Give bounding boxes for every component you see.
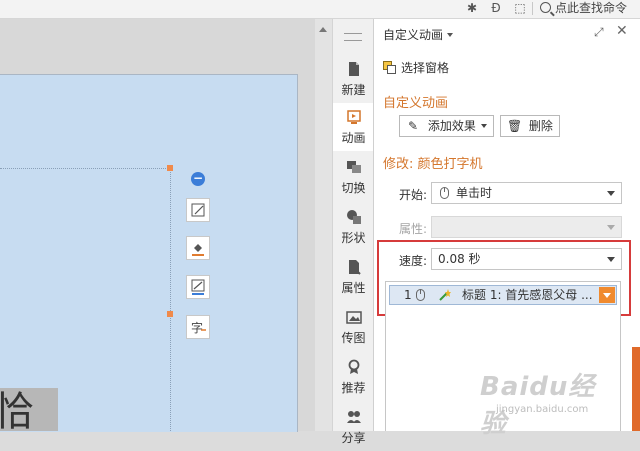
chevron-down-icon: [447, 33, 454, 37]
share-icon: [346, 411, 361, 423]
collapse-toolbar-button[interactable]: −: [191, 172, 205, 186]
recommend-icon: [348, 359, 359, 374]
start-value: 单击时: [456, 186, 493, 200]
start-label: 开始:: [399, 188, 428, 202]
skin-icon[interactable]: ✱: [465, 1, 479, 15]
delete-button[interactable]: 🗑 删除: [500, 115, 560, 137]
mouse-icon: [416, 289, 425, 301]
custom-animation-heading: 自定义动画: [383, 96, 449, 111]
baidu-watermark: Baidu经验 jingyan.baidu.com: [470, 362, 620, 439]
selection-pane-icon: [383, 61, 396, 74]
property-dropdown: [431, 216, 622, 238]
tab-new[interactable]: 新建: [333, 55, 374, 103]
task-pane-tabs: 新建 动画 切换 形状 属性 传图 推荐 分享: [332, 19, 374, 445]
top-toolbar: ✱ Ð ⬚ 点此查找命令: [0, 0, 640, 19]
add-effect-button[interactable]: ✎ 添加效果: [399, 115, 494, 137]
chevron-down-icon: [480, 124, 487, 128]
slide-canvas[interactable]: [0, 74, 298, 432]
tab-properties-label: 属性: [341, 281, 366, 295]
selection-border-right: [170, 168, 171, 431]
start-dropdown[interactable]: 单击时: [431, 182, 622, 204]
outline-icon: [191, 279, 205, 295]
close-icon[interactable]: ✕: [616, 24, 630, 38]
trash-icon: 🗑: [507, 119, 523, 133]
new-page-icon: [348, 62, 359, 76]
toolbar-divider: [532, 2, 533, 15]
slide-title-text[interactable]: 恰: [0, 388, 58, 431]
svg-text:字: 字: [191, 320, 203, 335]
tab-properties[interactable]: 属性: [333, 253, 374, 301]
properties-icon: [348, 260, 361, 275]
pencil-icon: ✎: [408, 119, 419, 133]
edit-shape-button[interactable]: [186, 198, 210, 222]
side-accent-strip: [632, 347, 640, 431]
animation-icon: [346, 110, 361, 124]
tab-new-label: 新建: [341, 83, 366, 97]
watermark-url: jingyan.baidu.com: [496, 404, 589, 415]
mouse-icon: [440, 187, 449, 199]
chevron-down-icon: [607, 257, 615, 262]
modify-effect-heading: 修改: 颜色打字机: [383, 157, 483, 172]
watermark-brand: Baidu经验: [480, 372, 596, 439]
add-effect-label: 添加效果: [427, 119, 476, 133]
resize-handle-top-right[interactable]: [167, 165, 173, 171]
scroll-up-icon[interactable]: [319, 27, 327, 32]
tab-animation[interactable]: 动画: [333, 103, 374, 151]
item-options-dropdown[interactable]: [599, 287, 615, 303]
command-search-label: 点此查找命令: [555, 1, 628, 15]
speed-value: 0.08 秒: [438, 252, 481, 266]
tab-shape-label: 形状: [341, 231, 366, 245]
resize-handle-right[interactable]: [167, 311, 173, 317]
list-item[interactable]: 1 标题 1: 首先感恩父母 ...: [389, 285, 617, 305]
undock-icon[interactable]: ⤢: [594, 25, 608, 39]
text-style-icon: 字: [191, 320, 206, 335]
panel-title[interactable]: 自定义动画: [383, 26, 454, 43]
effect-star-icon: [439, 289, 451, 301]
image-upload-icon: [345, 311, 362, 324]
list-item-index: 1: [404, 288, 412, 302]
vertical-scrollbar[interactable]: [315, 19, 332, 431]
delete-label: 删除: [528, 119, 553, 133]
tab-recommend[interactable]: 推荐: [333, 353, 374, 401]
fill-color-button[interactable]: [186, 236, 210, 260]
tab-animation-label: 动画: [341, 131, 366, 145]
tab-shape[interactable]: 形状: [333, 203, 374, 251]
command-search[interactable]: 点此查找命令: [540, 0, 627, 17]
tab-share-label: 分享: [341, 431, 366, 445]
tab-recommend-label: 推荐: [341, 381, 366, 395]
panel-title-label: 自定义动画: [383, 28, 444, 42]
line-color-button[interactable]: [186, 275, 210, 299]
paint-bucket-icon: [192, 244, 204, 256]
tab-transition[interactable]: 切换: [333, 153, 374, 201]
shape-icon: [346, 210, 361, 224]
pin-up-icon[interactable]: ⬚: [513, 1, 527, 15]
speed-label: 速度:: [399, 254, 428, 268]
property-label: 属性:: [399, 222, 428, 236]
drag-grip-icon[interactable]: [344, 33, 362, 41]
transition-icon: [346, 161, 361, 173]
tab-transition-label: 切换: [341, 181, 366, 195]
tab-share[interactable]: 分享: [333, 403, 374, 451]
search-icon: [540, 2, 551, 13]
text-style-button[interactable]: 字: [186, 315, 210, 339]
tab-image-upload[interactable]: 传图: [333, 303, 374, 351]
help-icon[interactable]: Ð: [489, 1, 503, 15]
selection-pane-label: 选择窗格: [401, 61, 450, 75]
chevron-down-icon: [607, 225, 615, 230]
selection-border-top: [0, 168, 170, 169]
list-item-text: 标题 1: 首先感恩父母 ...: [462, 288, 593, 302]
edit-shape-icon: [191, 203, 205, 217]
tab-image-upload-label: 传图: [341, 331, 366, 345]
speed-dropdown[interactable]: 0.08 秒: [431, 248, 622, 270]
selection-pane-link[interactable]: 选择窗格: [383, 59, 449, 76]
chevron-down-icon: [607, 191, 615, 196]
